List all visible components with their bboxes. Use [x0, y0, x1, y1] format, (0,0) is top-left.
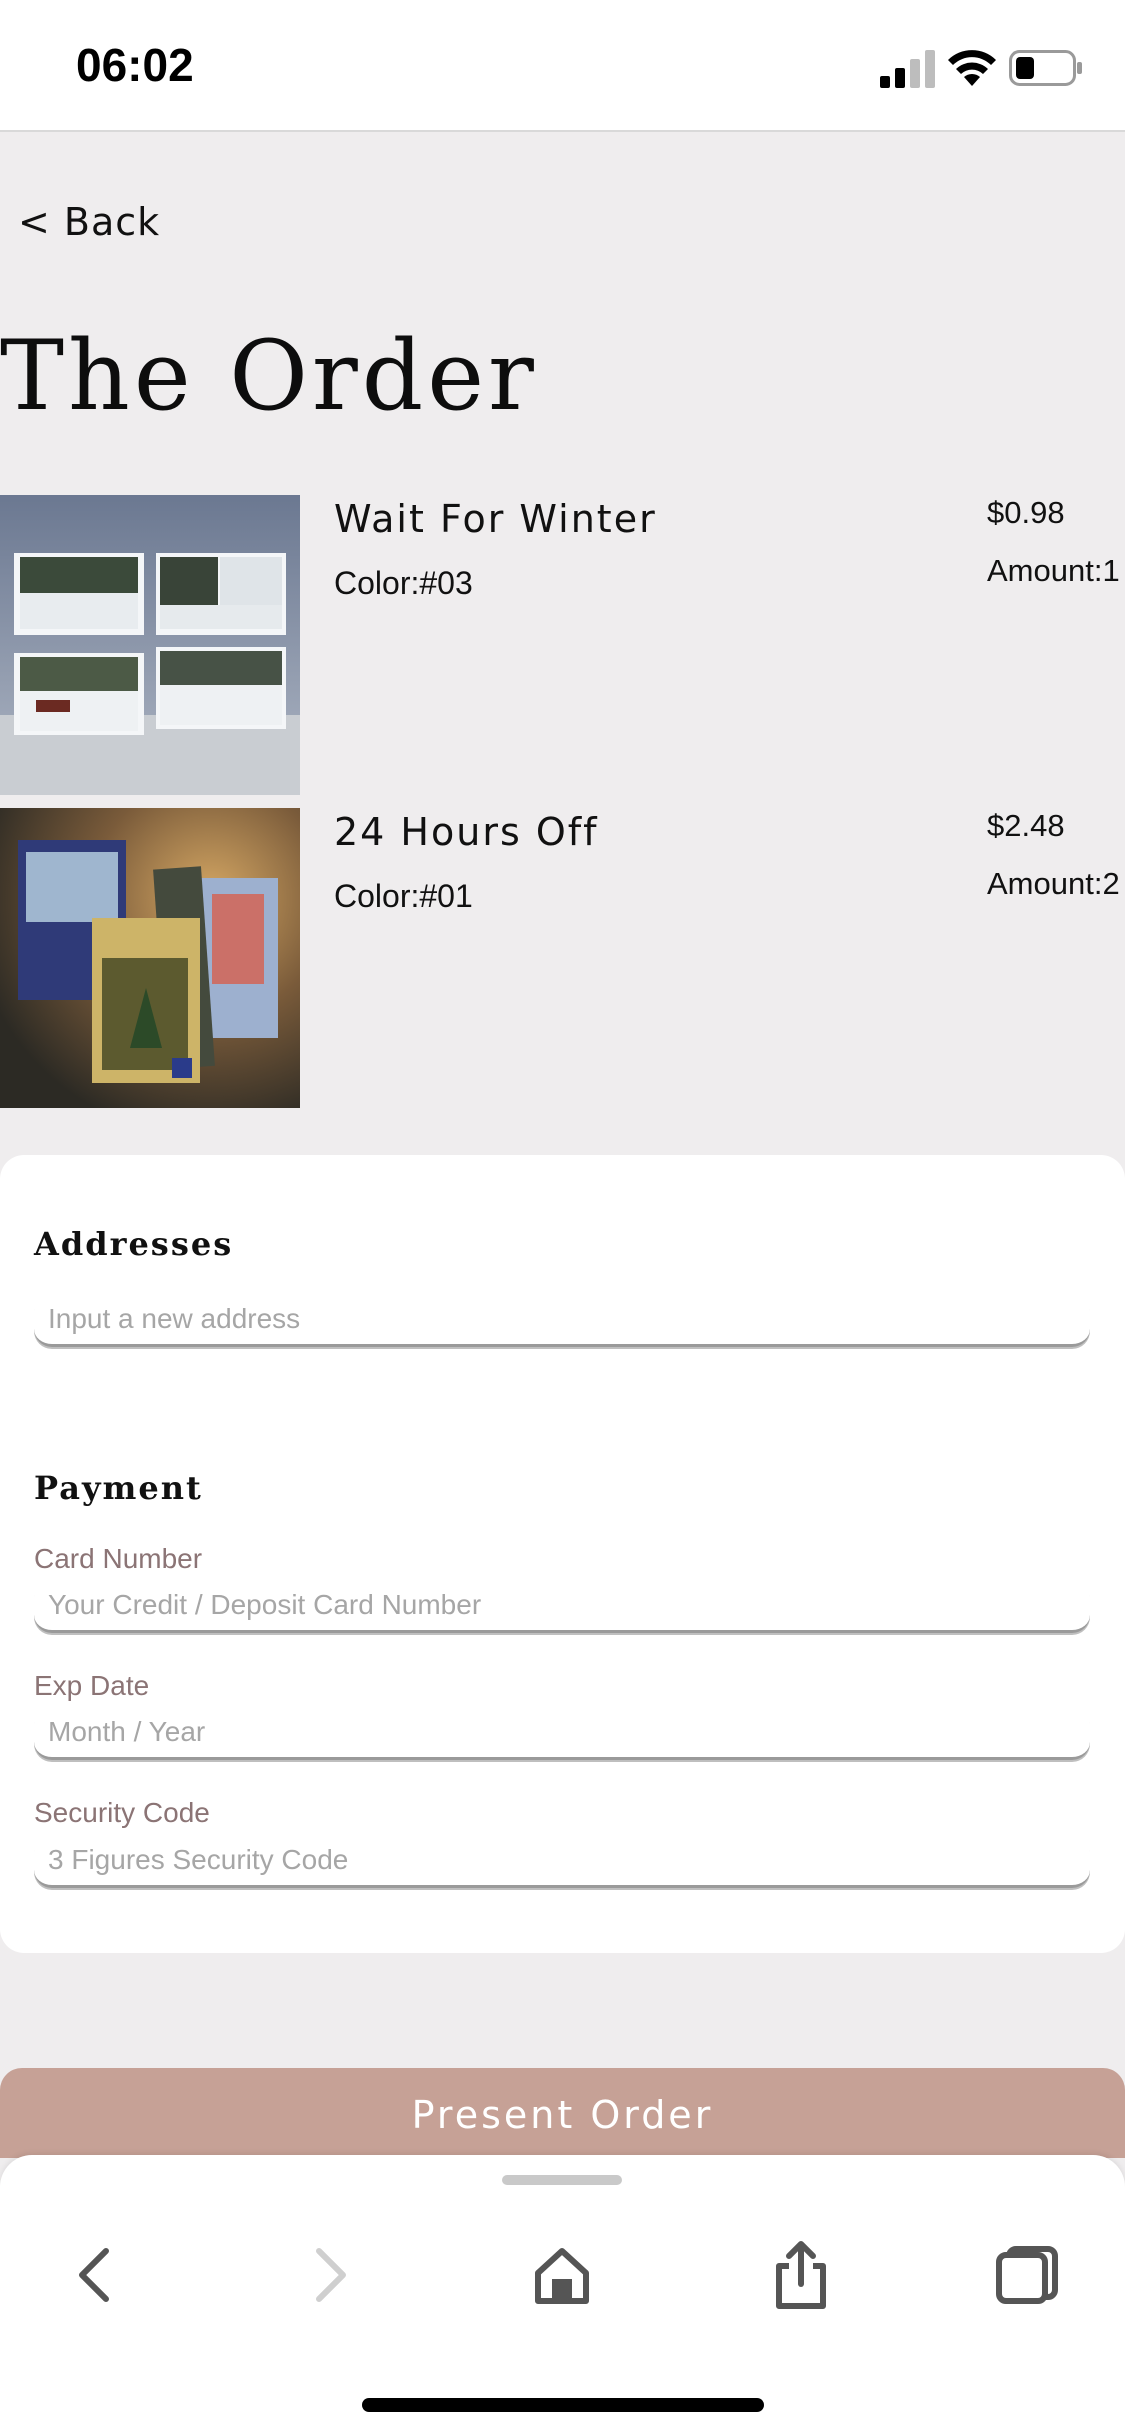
back-link[interactable]: < Back — [18, 200, 160, 244]
cellular-signal-icon — [880, 50, 935, 88]
present-order-button[interactable]: Present Order — [0, 2068, 1125, 2158]
product-image — [0, 808, 300, 1108]
status-bar: 06:02 — [0, 0, 1125, 132]
item-price: $0.98 — [987, 495, 1065, 530]
home-indicator — [362, 2398, 764, 2412]
order-item: Wait For Winter Color:#03 $0.98 Amount:1 — [0, 495, 1125, 795]
wifi-icon — [948, 50, 996, 86]
exp-date-label: Exp Date — [34, 1670, 150, 1701]
forward-arrow-icon[interactable] — [290, 2235, 370, 2315]
back-arrow-icon[interactable] — [55, 2235, 135, 2315]
card-number-input[interactable] — [34, 1579, 1090, 1633]
item-amount: Amount:2 — [987, 866, 1120, 901]
battery-icon — [1009, 50, 1082, 86]
share-icon[interactable] — [761, 2235, 841, 2315]
order-item: 24 Hours Off Color:#01 $2.48 Amount:2 — [0, 808, 1125, 1108]
status-time: 06:02 — [76, 39, 194, 91]
item-name: Wait For Winter — [334, 497, 657, 541]
addresses-title: Addresses — [34, 1225, 234, 1263]
sheet-grabber[interactable] — [502, 2175, 622, 2185]
item-amount: Amount:1 — [987, 553, 1120, 588]
security-code-label: Security Code — [34, 1797, 210, 1828]
security-code-input[interactable] — [34, 1834, 1090, 1888]
item-name: 24 Hours Off — [334, 810, 599, 854]
item-price: $2.48 — [987, 808, 1065, 843]
page-title: The Order — [0, 320, 538, 432]
card-number-label: Card Number — [34, 1543, 203, 1574]
exp-date-input[interactable] — [34, 1706, 1090, 1760]
product-image — [0, 495, 300, 795]
home-icon[interactable] — [522, 2235, 602, 2315]
address-input[interactable] — [34, 1293, 1090, 1347]
tabs-icon[interactable] — [988, 2235, 1068, 2315]
item-color: Color:#03 — [334, 565, 473, 601]
payment-title: Payment — [34, 1469, 203, 1507]
item-color: Color:#01 — [334, 878, 473, 914]
browser-toolbar — [0, 2155, 1125, 2436]
checkout-form-card: Addresses Payment Card Number Exp Date S… — [0, 1155, 1125, 1953]
